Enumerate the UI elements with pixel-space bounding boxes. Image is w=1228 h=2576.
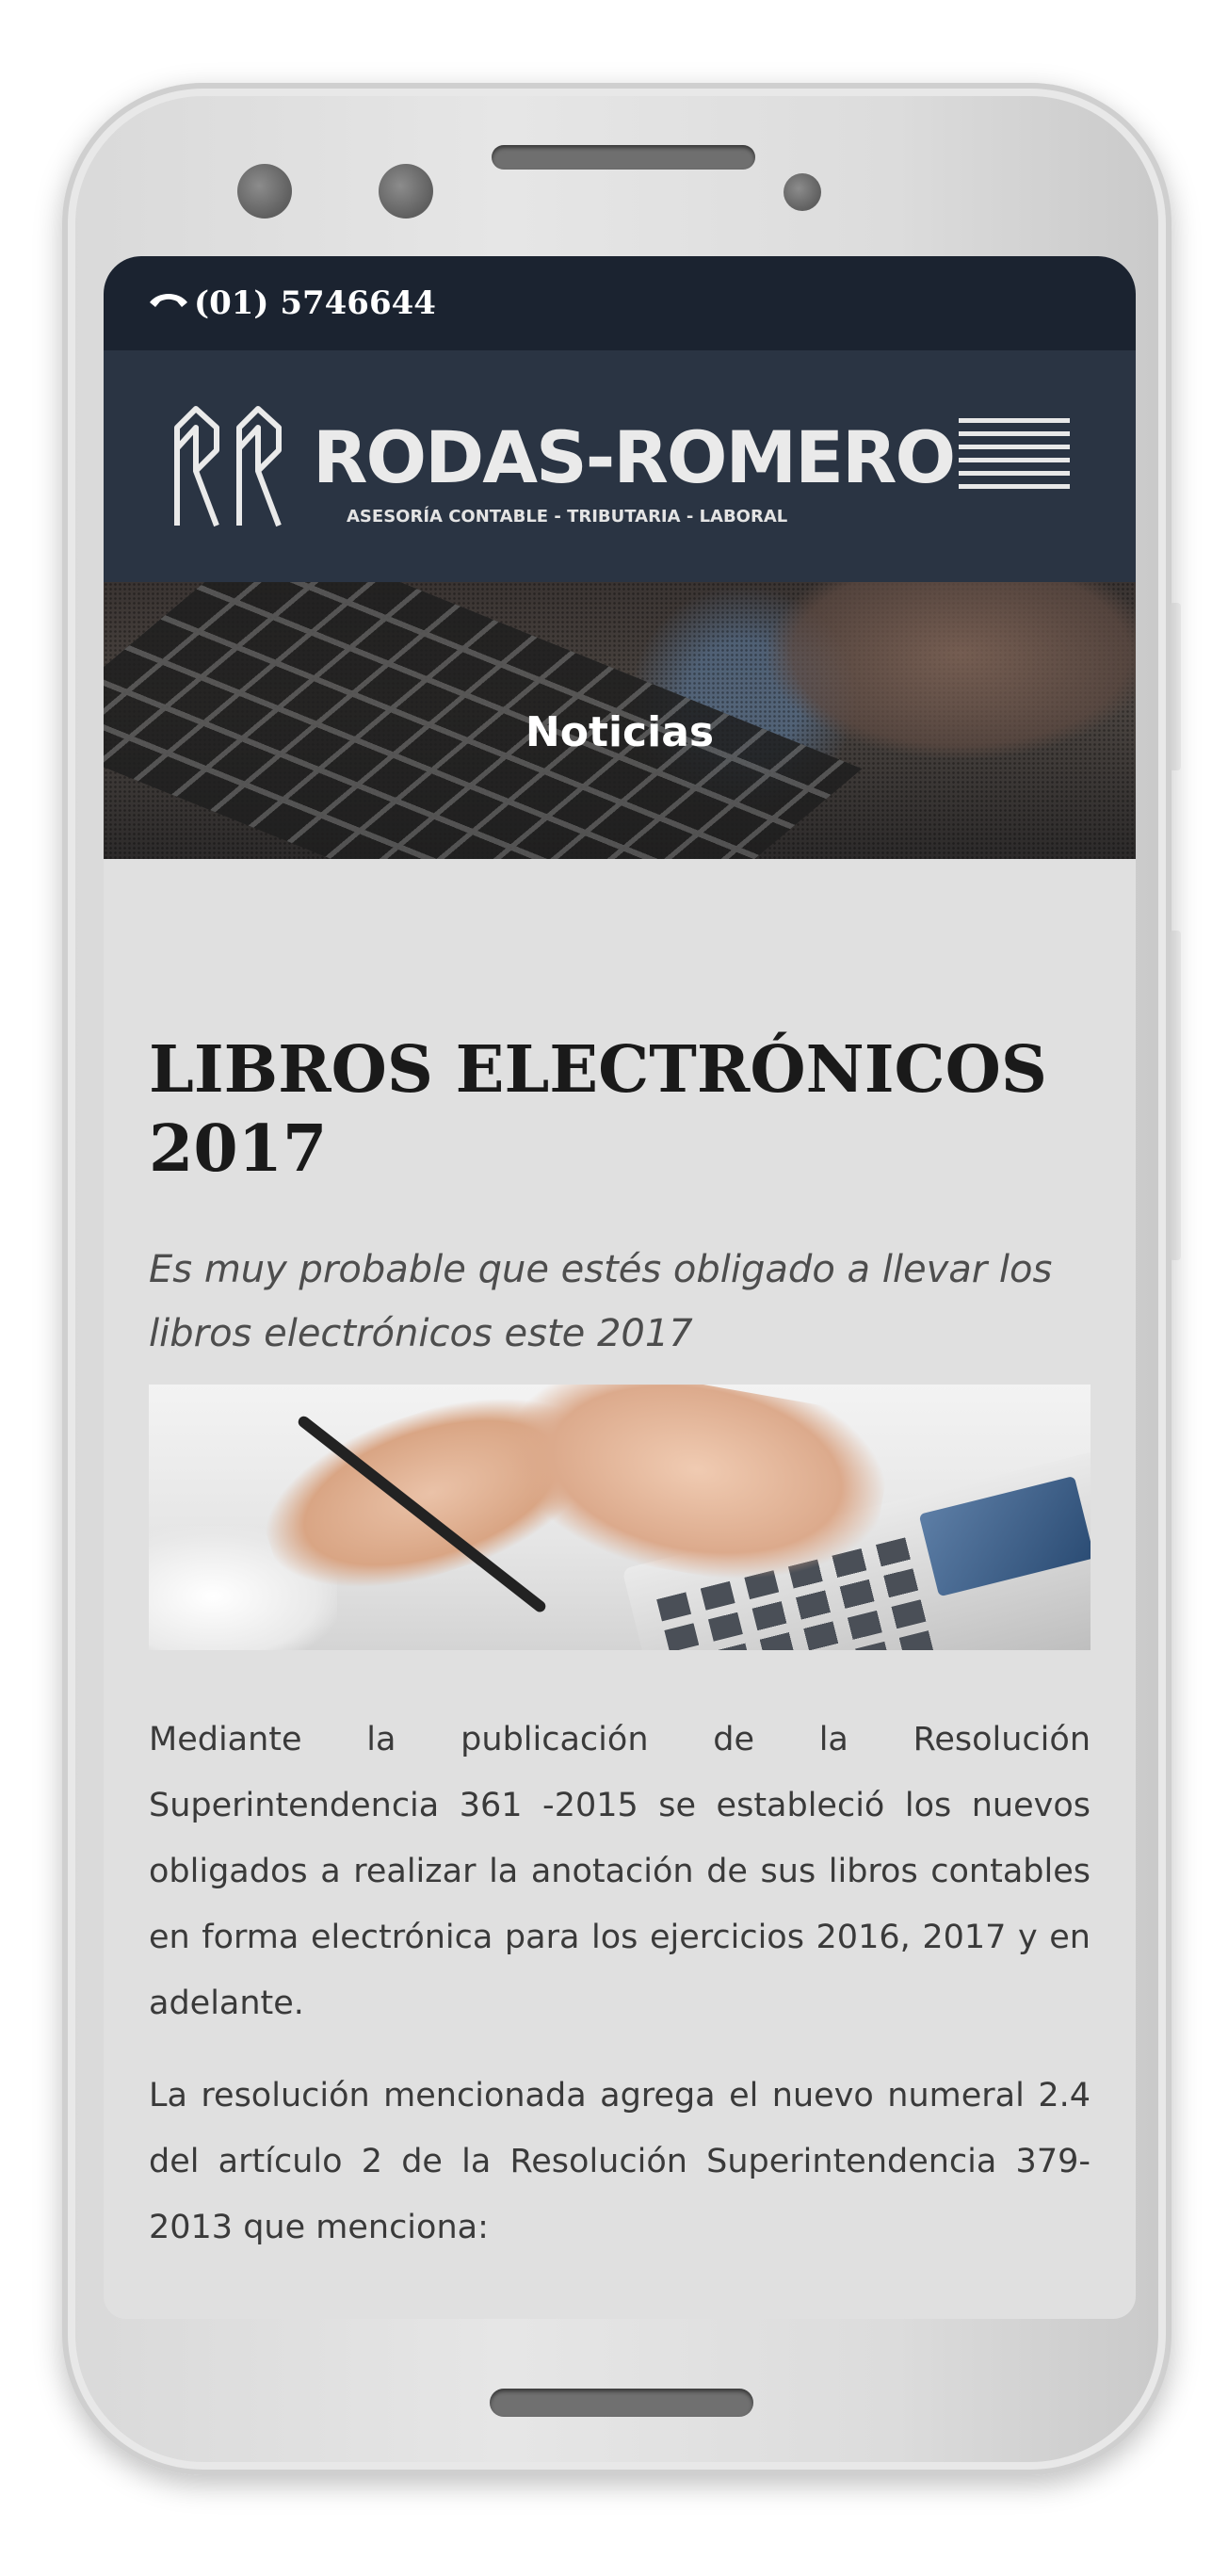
- right-hand-illustration: [493, 1385, 897, 1605]
- article: LIBROS ELECTRÓNICOS 2017 Es muy probable…: [104, 1030, 1136, 2260]
- power-button: [1170, 931, 1181, 1260]
- hamburger-menu-icon[interactable]: [959, 418, 1070, 497]
- brand-tagline: ASESORÍA CONTABLE - TRIBUTARIA - LABORAL: [347, 507, 788, 527]
- brand-name[interactable]: RODAS-ROMERO: [313, 422, 956, 494]
- earpiece-speaker: [492, 145, 755, 170]
- phone-screen: (01) 5746644 RODAS-ROMERO ASESORÍA CONTA…: [104, 256, 1136, 2319]
- page-banner: Noticias: [104, 582, 1136, 859]
- front-sensor-icon: [379, 164, 433, 219]
- rr-logo-icon[interactable]: [168, 403, 290, 531]
- article-image: [149, 1385, 1091, 1650]
- contact-topbar: (01) 5746644: [104, 256, 1136, 350]
- front-camera-icon: [237, 164, 292, 219]
- article-title: LIBROS ELECTRÓNICOS 2017: [149, 1032, 1047, 1187]
- calculator-display: [918, 1475, 1091, 1597]
- volume-button: [1170, 603, 1181, 770]
- proximity-sensor-icon: [784, 173, 821, 211]
- article-subtitle: Es muy probable que estés obligado a lle…: [149, 1248, 1053, 1355]
- page-title: Noticias: [525, 708, 715, 756]
- bottom-speaker: [490, 2389, 753, 2417]
- phone-number-link[interactable]: (01) 5746644: [194, 284, 436, 322]
- phone-handset-icon: [150, 294, 187, 307]
- site-header: RODAS-ROMERO ASESORÍA CONTABLE - TRIBUTA…: [104, 350, 1136, 582]
- article-paragraph: Mediante la publicación de la Resolución…: [149, 1721, 1091, 2022]
- article-paragraph: La resolución mencionada agrega el nuevo…: [149, 2077, 1091, 2246]
